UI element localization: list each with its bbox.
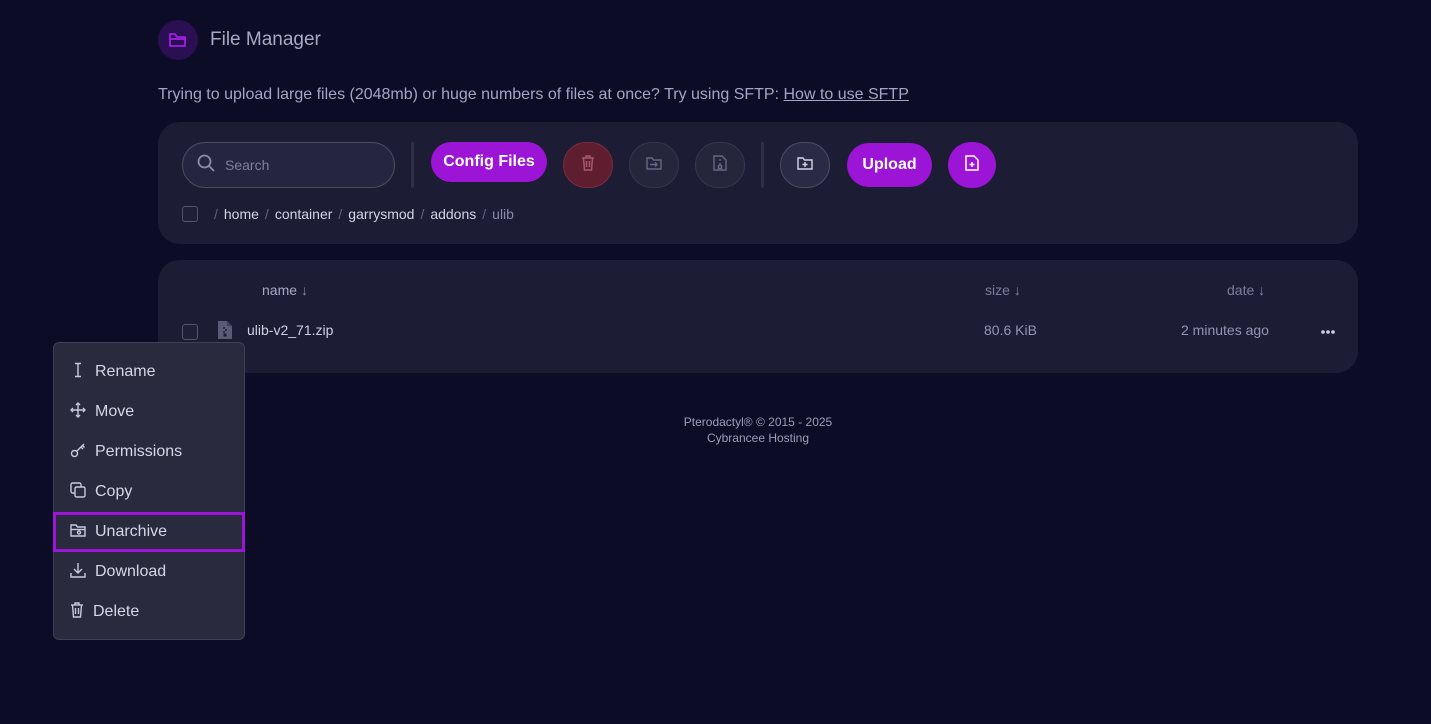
menu-item-permissions[interactable]: Permissions [54, 432, 244, 472]
new-folder-button[interactable] [780, 142, 830, 188]
breadcrumb-item-container[interactable]: container [275, 206, 333, 222]
trash-icon [70, 601, 93, 623]
sort-arrow-icon: ↓ [301, 282, 309, 298]
breadcrumb-separator: / [420, 206, 425, 222]
breadcrumb: / home / container / garrysmod / addons … [214, 206, 514, 222]
menu-item-copy[interactable]: Copy [54, 472, 244, 512]
column-name-label: name [262, 282, 298, 298]
menu-item-delete[interactable]: Delete [54, 592, 244, 632]
menu-item-label: Rename [95, 363, 156, 380]
breadcrumb-separator: / [482, 206, 487, 222]
menu-item-label: Copy [95, 483, 133, 500]
menu-item-label: Unarchive [95, 523, 168, 540]
footer-copyright: Pterodactyl® © 2015 - 2025 [683, 415, 833, 429]
breadcrumb-item-garrysmod[interactable]: garrysmod [348, 206, 414, 222]
file-zip-icon [218, 321, 232, 344]
move-arrows-icon [70, 401, 95, 423]
download-icon [70, 562, 95, 583]
file-context-menu: Rename Move Permissions Copy Unarchive D… [53, 342, 245, 640]
row-checkbox[interactable] [182, 324, 198, 340]
folder-open-icon [70, 523, 95, 542]
column-date-label: date [1227, 282, 1255, 298]
column-header-name[interactable]: name ↓ [262, 282, 308, 298]
file-plus-icon [965, 154, 979, 176]
menu-item-rename[interactable]: Rename [54, 352, 244, 392]
file-date: 2 minutes ago [1181, 322, 1269, 338]
footer-host: Cybrancee Hosting [706, 431, 810, 445]
column-size-label: size [985, 282, 1010, 298]
archive-selected-button[interactable] [695, 142, 745, 188]
copy-icon [70, 481, 95, 503]
move-selected-button[interactable] [629, 142, 679, 188]
delete-selected-button[interactable] [563, 142, 613, 188]
search-box[interactable] [182, 142, 395, 188]
file-list: name ↓ size ↓ date ↓ ulib-v2_71.zip 80.6 Ki… [158, 260, 1358, 373]
footer: Pterodactyl® © 2015 - 2025 Cybrancee Hos… [658, 414, 858, 446]
file-name[interactable]: ulib-v2_71.zip [247, 322, 333, 338]
menu-item-label: Permissions [95, 443, 183, 460]
breadcrumb-item-current: ulib [492, 206, 514, 222]
config-files-button[interactable]: Config Files [431, 142, 547, 182]
notice-text: Trying to upload large files (2048mb) or… [158, 86, 784, 103]
menu-item-label: Download [95, 563, 167, 580]
sort-arrow-icon: ↓ [1013, 282, 1021, 298]
search-icon [197, 154, 215, 177]
key-icon [70, 442, 95, 463]
move-icon [646, 156, 662, 175]
page-title: File Manager [210, 29, 321, 50]
breadcrumb-separator: / [214, 206, 218, 222]
file-size: 80.6 KiB [984, 322, 1037, 338]
text-cursor-icon [70, 362, 95, 383]
breadcrumb-item-addons[interactable]: addons [430, 206, 476, 222]
sftp-notice: Trying to upload large files (2048mb) or… [158, 86, 909, 104]
trash-icon [581, 154, 595, 176]
column-header-date[interactable]: date ↓ [1227, 282, 1265, 298]
page-header: File Manager [158, 20, 321, 60]
archive-icon [713, 154, 727, 176]
folder-plus-icon [797, 156, 813, 175]
menu-item-unarchive[interactable]: Unarchive [53, 512, 245, 552]
breadcrumb-separator: / [264, 206, 269, 222]
select-all-checkbox[interactable] [182, 206, 198, 222]
sort-arrow-icon: ↓ [1258, 282, 1266, 298]
row-actions-button[interactable] [1318, 322, 1338, 338]
new-file-button[interactable] [948, 142, 996, 188]
menu-item-download[interactable]: Download [54, 552, 244, 592]
toolbar-divider [411, 142, 414, 188]
sftp-help-link[interactable]: How to use SFTP [784, 86, 909, 103]
search-input[interactable] [225, 157, 375, 173]
menu-item-label: Move [95, 403, 135, 420]
folder-open-icon [158, 20, 198, 60]
toolbar-divider [761, 142, 764, 188]
breadcrumb-item-home[interactable]: home [224, 206, 259, 222]
menu-item-label: Delete [93, 603, 140, 620]
menu-item-move[interactable]: Move [54, 392, 244, 432]
upload-button[interactable]: Upload [847, 143, 932, 187]
breadcrumb-separator: / [338, 206, 343, 222]
more-horizontal-icon [1321, 321, 1335, 339]
column-header-size[interactable]: size ↓ [985, 282, 1021, 298]
file-manager-page: File Manager Trying to upload large file… [0, 0, 1431, 724]
toolbar-card: Config Files [158, 122, 1358, 244]
